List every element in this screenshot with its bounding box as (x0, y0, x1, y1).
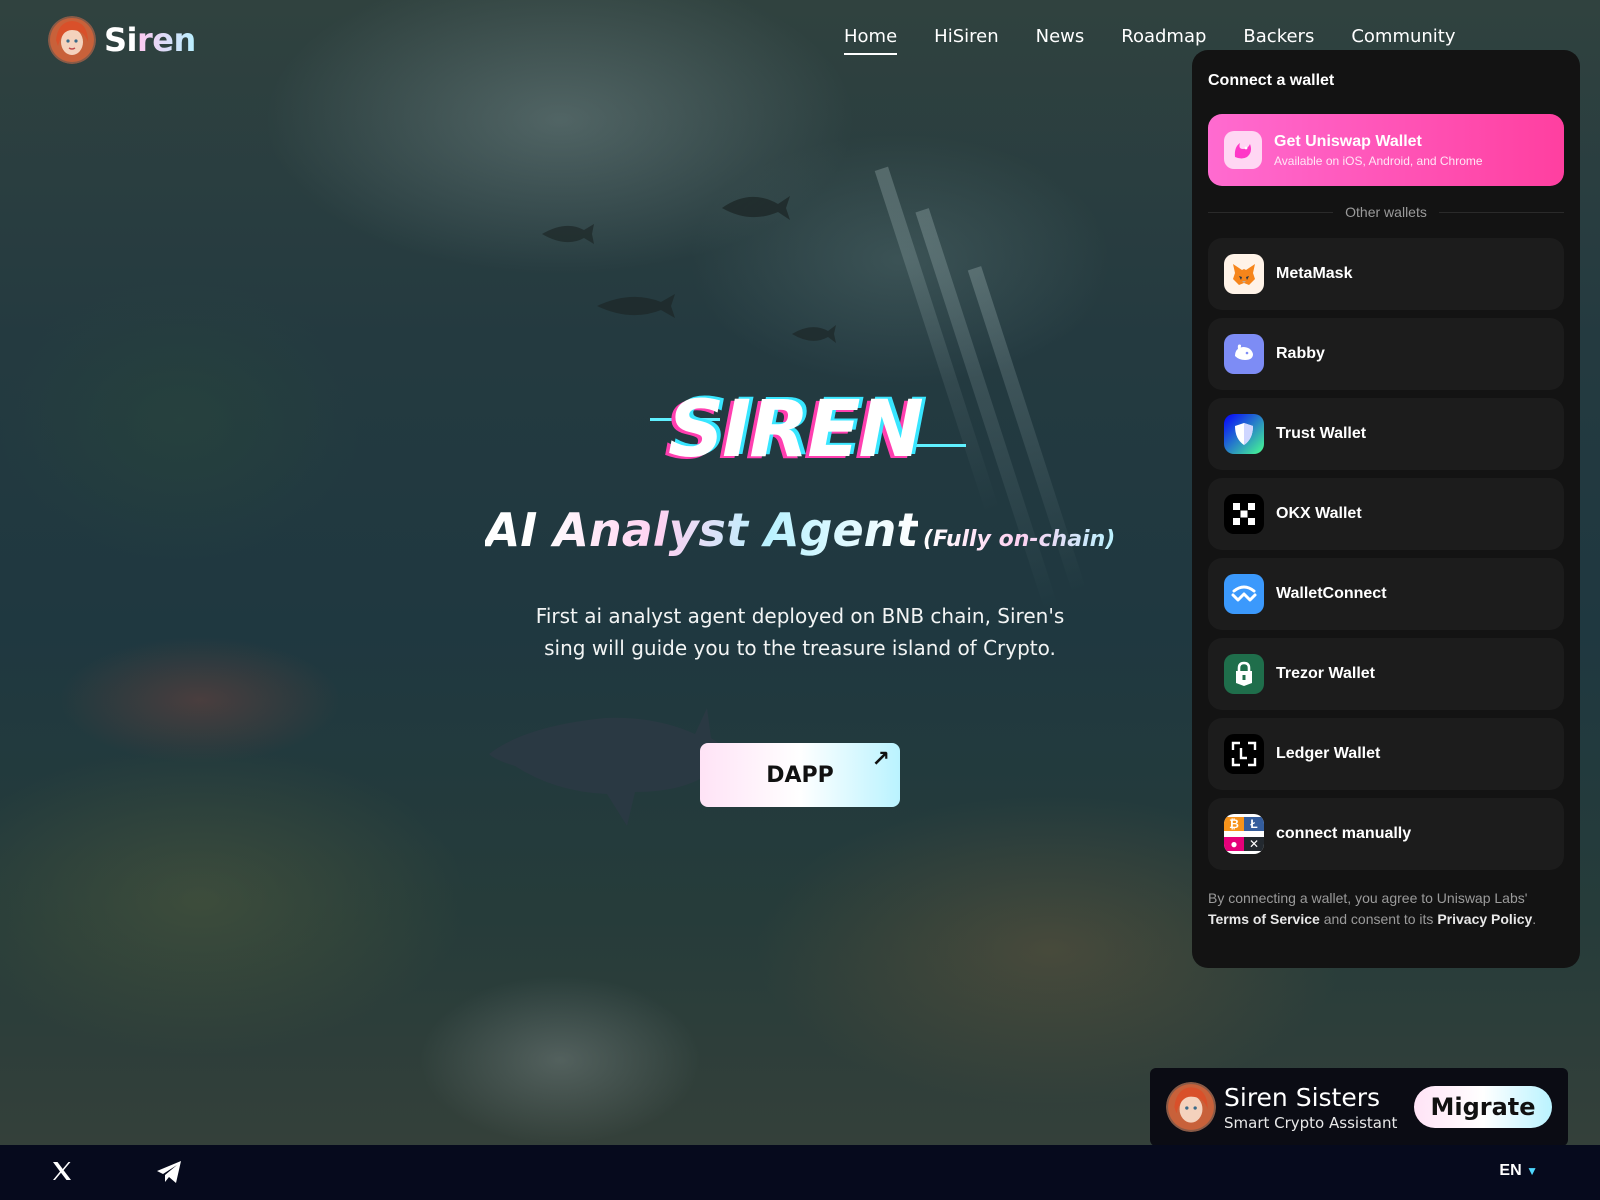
arrow-up-right-icon: ↗ (871, 747, 890, 772)
fish-decoration (722, 196, 790, 220)
hero-title-main: AI Analyst Agent (484, 503, 919, 557)
wallet-terms-text: By connecting a wallet, you agree to Uni… (1208, 890, 1537, 927)
metamask-icon (1224, 254, 1264, 294)
hero-logo-text: SIREN (668, 385, 924, 475)
terms-of-service-link[interactable]: Terms of Service (1208, 911, 1320, 927)
fish-decoration (542, 224, 594, 244)
promo-subtitle: Smart Crypto Assistant (1224, 1113, 1398, 1132)
siren-avatar (48, 16, 96, 64)
wallet-name: Rabby (1276, 345, 1325, 362)
wallet-name: OKX Wallet (1276, 505, 1362, 522)
fish-decoration (792, 325, 836, 343)
get-uniswap-wallet-button[interactable]: Get Uniswap Wallet Available on iOS, And… (1208, 114, 1564, 186)
multi-coin-icon: ₿ Ł ● ✕ (1224, 814, 1264, 854)
wallet-name: WalletConnect (1276, 585, 1387, 602)
wallet-name: connect manually (1276, 825, 1412, 842)
siren-sisters-promo: Siren Sisters Smart Crypto Assistant Mig… (1150, 1068, 1568, 1146)
walletconnect-icon (1224, 574, 1264, 614)
telegram-icon[interactable] (155, 1159, 183, 1185)
wallet-panel-title: Connect a wallet (1208, 72, 1335, 89)
hero-title-suffix: (Fully on-chain) (922, 527, 1116, 552)
trust-wallet-icon (1224, 414, 1264, 454)
privacy-policy-link[interactable]: Privacy Policy (1437, 911, 1532, 927)
rabby-icon (1224, 334, 1264, 374)
x-icon[interactable] (50, 1159, 74, 1183)
wallet-option-connect-manually[interactable]: ₿ Ł ● ✕ connect manually (1208, 798, 1564, 870)
ledger-icon (1224, 734, 1264, 774)
uniswap-wallet-subtitle: Available on iOS, Android, and Chrome (1274, 153, 1483, 168)
wallet-name: Trust Wallet (1276, 425, 1367, 442)
wallet-option-trezor[interactable]: Trezor Wallet (1208, 638, 1564, 710)
dapp-button-label: DAPP (766, 762, 834, 788)
wallet-name: Trezor Wallet (1276, 665, 1375, 682)
uniswap-wallet-name: Get Uniswap Wallet (1274, 132, 1422, 150)
brand-name: Siren (104, 21, 196, 59)
other-wallets-divider: Other wallets (1208, 204, 1564, 220)
trezor-icon (1224, 654, 1264, 694)
wallet-list: MetaMask Rabby Trust Wallet OKX Wallet W… (1208, 238, 1564, 870)
okx-icon (1224, 494, 1264, 534)
wallet-name: MetaMask (1276, 265, 1353, 282)
caret-down-icon: ▼ (1526, 1164, 1538, 1178)
migrate-button[interactable]: Migrate (1414, 1086, 1552, 1128)
language-selector[interactable]: EN ▼ (1499, 1162, 1538, 1180)
wallet-name: Ledger Wallet (1276, 745, 1381, 762)
brand-logo[interactable]: Siren (48, 16, 196, 64)
wallet-option-metamask[interactable]: MetaMask (1208, 238, 1564, 310)
connect-wallet-panel: Connect a wallet Get Uniswap Wallet Avai… (1192, 50, 1580, 968)
nav-home[interactable]: Home (844, 26, 898, 55)
wallet-option-okx[interactable]: OKX Wallet (1208, 478, 1564, 550)
wallet-option-ledger[interactable]: Ledger Wallet (1208, 718, 1564, 790)
language-label: EN (1499, 1162, 1522, 1179)
wallet-option-walletconnect[interactable]: WalletConnect (1208, 558, 1564, 630)
siren-sisters-avatar (1166, 1082, 1216, 1132)
promo-title: Siren Sisters (1224, 1082, 1381, 1112)
uniswap-icon (1224, 131, 1262, 169)
hero-siren-logo: SIREN SIREN SIREN (650, 385, 970, 475)
nav-roadmap[interactable]: Roadmap (1121, 26, 1206, 55)
footer-bar: EN ▼ (0, 1145, 1600, 1200)
wallet-option-rabby[interactable]: Rabby (1208, 318, 1564, 390)
wallet-option-trust-wallet[interactable]: Trust Wallet (1208, 398, 1564, 470)
hero-description: First ai analyst agent deployed on BNB c… (535, 604, 1065, 660)
dapp-button[interactable]: DAPP ↗ (700, 743, 900, 807)
nav-news[interactable]: News (1036, 26, 1085, 55)
nav-hisiren[interactable]: HiSiren (934, 26, 998, 55)
fish-decoration (597, 294, 675, 318)
